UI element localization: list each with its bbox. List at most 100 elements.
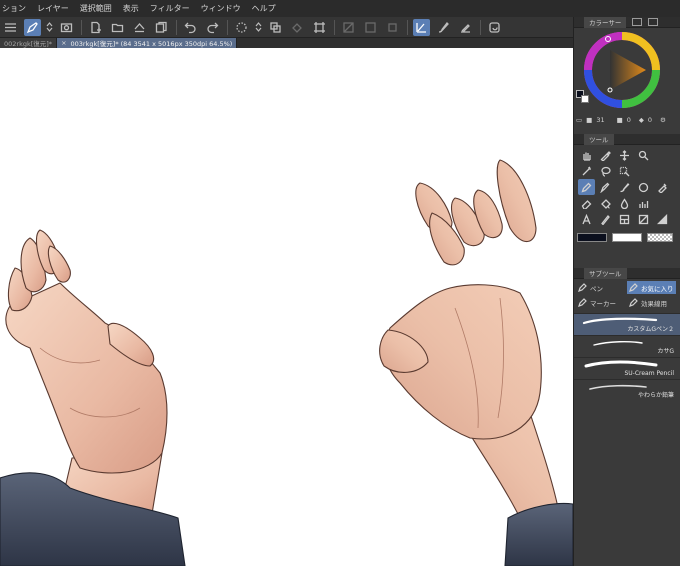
invert-icon[interactable] xyxy=(362,19,379,36)
redo-icon[interactable] xyxy=(204,19,221,36)
pencil-icon[interactable] xyxy=(597,179,614,195)
text-icon[interactable] xyxy=(578,211,595,227)
brush-name: SU-Cream Pencil xyxy=(624,370,674,377)
camera-icon[interactable] xyxy=(58,19,75,36)
menu-view[interactable]: 表示 xyxy=(123,3,139,14)
brush-item[interactable]: カサG xyxy=(574,335,680,357)
copy-icon[interactable] xyxy=(153,19,170,36)
color-wheel-area xyxy=(574,28,680,114)
move-icon[interactable] xyxy=(616,147,633,163)
menu-window[interactable]: ウィンドウ xyxy=(201,3,241,14)
transparent-icon[interactable]: ▭ xyxy=(576,116,582,124)
fill-tool-icon[interactable] xyxy=(597,195,614,211)
left-hand xyxy=(0,229,186,566)
stepper-icon[interactable] xyxy=(255,19,262,36)
subtool-tab-label: マーカー xyxy=(590,299,616,308)
subtool-tab-marker[interactable]: マーカー xyxy=(576,296,625,309)
brush-name: やわらか鉛筆 xyxy=(637,392,674,399)
open-icon[interactable] xyxy=(109,19,126,36)
tab-document-002[interactable]: 002rkgk[復元]* xyxy=(0,38,58,48)
ruler-icon[interactable] xyxy=(457,19,474,36)
toolbar-divider xyxy=(480,19,481,35)
brush-name: カサG xyxy=(657,348,674,355)
pen-pressure-icon[interactable] xyxy=(413,18,430,36)
lasso-icon[interactable] xyxy=(597,163,614,179)
menu-bar: ション レイヤー 選択範囲 表示 フィルター ウィンドウ ヘルプ xyxy=(0,0,680,17)
right-hand xyxy=(379,159,573,566)
subtool-tab-label: お気に入り xyxy=(641,284,674,293)
fill-icon[interactable] xyxy=(289,19,306,36)
tool-grid xyxy=(574,145,680,229)
subtool-tab-label: 効果線用 xyxy=(641,299,667,308)
color-set-icon[interactable] xyxy=(632,18,643,26)
menu-filter[interactable]: フィルター xyxy=(150,3,190,14)
layer-icon[interactable] xyxy=(267,19,284,36)
pen-tool-icon[interactable] xyxy=(578,179,595,195)
tab-label: 003rkgk[復元]* (84 3541 x 5016px 350dpi 64… xyxy=(70,40,233,48)
sub-drawing-color[interactable] xyxy=(612,233,642,242)
menu-icon[interactable] xyxy=(2,19,19,36)
saturation-icon: ■ xyxy=(616,116,623,124)
decoration-icon[interactable] xyxy=(635,195,652,211)
main-drawing-color[interactable] xyxy=(577,233,607,242)
ruler-tool-icon[interactable] xyxy=(635,211,652,227)
tab-label: 002rkgk[復元]* xyxy=(4,40,53,48)
settings-icon[interactable]: ⚙ xyxy=(660,116,666,124)
subtool-panel-header: サブツール xyxy=(574,267,680,279)
close-icon[interactable]: × xyxy=(61,39,66,47)
empty-slot xyxy=(654,163,671,179)
toolbar-divider xyxy=(334,19,335,35)
toolbar-divider xyxy=(227,19,228,35)
frame-icon[interactable] xyxy=(616,211,633,227)
airbrush-icon[interactable] xyxy=(654,179,671,195)
magic-wand-icon[interactable] xyxy=(578,163,595,179)
subtool-tab-pen[interactable]: ペン xyxy=(576,281,625,294)
balloon-icon[interactable] xyxy=(597,211,614,227)
menu-animation[interactable]: ション xyxy=(2,3,26,14)
transparent-color[interactable] xyxy=(647,233,673,242)
subtool-panel-title[interactable]: サブツール xyxy=(584,267,627,279)
drawing-canvas[interactable] xyxy=(0,48,573,566)
subtool-tab-label: ペン xyxy=(590,284,603,293)
brush-item[interactable]: やわらか鉛筆 xyxy=(574,379,680,401)
color-wheel[interactable] xyxy=(574,28,680,114)
side-panel: カラーサー ▭ ■ 31 ■ 0 ◆ 0 ⚙ ツール サブツール ペン お気に入… xyxy=(573,16,680,566)
transform-icon[interactable] xyxy=(311,19,328,36)
rotate-icon[interactable] xyxy=(486,19,503,36)
brush-item[interactable]: カスタムGペン２ xyxy=(574,313,680,335)
color-panel-title[interactable]: カラーサー xyxy=(584,16,627,28)
menu-help[interactable]: ヘルプ xyxy=(252,3,276,14)
blend-icon[interactable] xyxy=(616,195,633,211)
subtool-tab-effect-lines[interactable]: 効果線用 xyxy=(627,296,676,309)
stepper-icon[interactable] xyxy=(46,19,53,36)
eraser-icon[interactable] xyxy=(578,195,595,211)
brush-item[interactable]: SU-Cream Pencil xyxy=(574,357,680,379)
zoom-icon[interactable] xyxy=(635,147,652,163)
empty-slot xyxy=(635,163,652,179)
hand-icon[interactable] xyxy=(578,147,595,163)
color-panel-header: カラーサー xyxy=(574,16,680,28)
save-icon[interactable] xyxy=(131,19,148,36)
figure-icon[interactable] xyxy=(635,179,652,195)
subtool-tab-favorites[interactable]: お気に入り xyxy=(627,281,676,294)
undo-icon[interactable] xyxy=(182,19,199,36)
empty-slot xyxy=(654,195,671,211)
clear-icon[interactable] xyxy=(340,19,357,36)
color-slider-icon[interactable] xyxy=(648,18,659,26)
spinner-icon[interactable] xyxy=(233,19,250,36)
gradient-icon[interactable] xyxy=(654,211,671,227)
brush-stroke-preview xyxy=(584,360,658,368)
square-icon[interactable] xyxy=(384,19,401,36)
select-icon[interactable] xyxy=(616,163,633,179)
eyedropper-icon[interactable] xyxy=(597,147,614,163)
new-file-icon[interactable] xyxy=(87,19,104,36)
brush-tool-icon[interactable] xyxy=(616,179,633,195)
tool-panel-title[interactable]: ツール xyxy=(584,133,614,145)
sub-color-swatch[interactable] xyxy=(581,95,589,103)
menu-selection[interactable]: 選択範囲 xyxy=(80,3,112,14)
pen-icon[interactable] xyxy=(24,18,41,36)
tab-document-003[interactable]: × 003rkgk[復元]* (84 3541 x 5016px 350dpi 6… xyxy=(57,38,238,48)
brush-icon[interactable] xyxy=(435,19,452,36)
color-values-row: ▭ ■ 31 ■ 0 ◆ 0 ⚙ xyxy=(574,114,680,126)
menu-layer[interactable]: レイヤー xyxy=(37,3,69,14)
